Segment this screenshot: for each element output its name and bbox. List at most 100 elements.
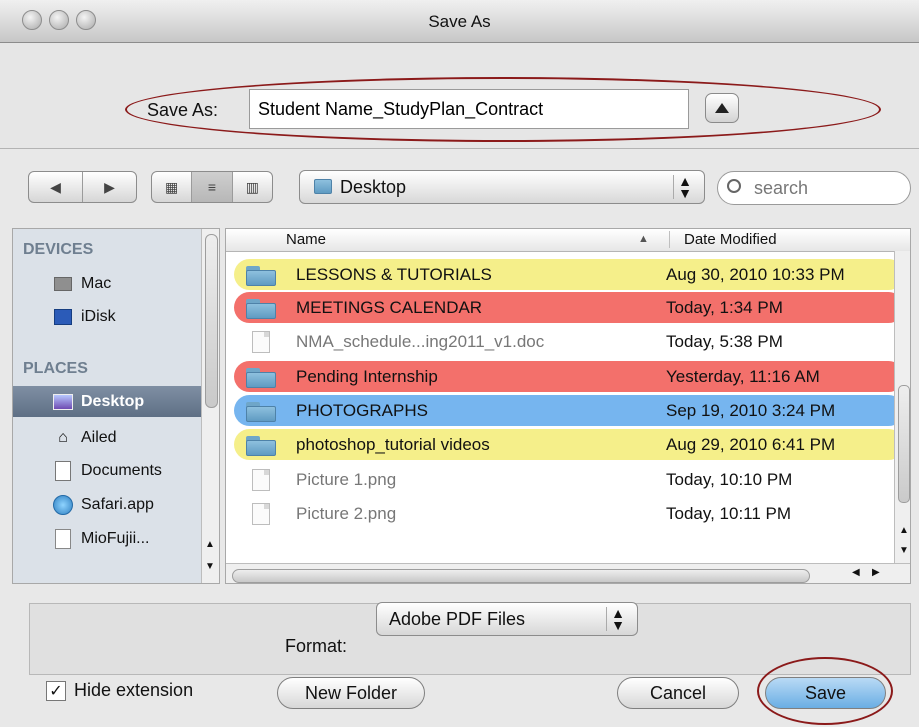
scroll-right-arrow[interactable]: ▶ (872, 567, 880, 578)
file-list-scroll-down-arrow[interactable]: ▼ (899, 545, 909, 556)
search-field[interactable]: search (717, 171, 911, 205)
column-header-name[interactable]: Name (286, 231, 326, 248)
sidebar-item-desktop[interactable]: Desktop (13, 386, 201, 417)
home-icon: ⌂ (58, 428, 68, 446)
file-name: MEETINGS CALENDAR (296, 297, 483, 317)
sidebar-item-label: iDisk (81, 307, 116, 325)
hide-extension-label: Hide extension (74, 680, 194, 700)
location-label: Desktop (340, 177, 407, 197)
list-view-button[interactable]: ≡ (192, 172, 233, 202)
file-name: photoshop_tutorial videos (296, 434, 490, 454)
safari-icon (53, 494, 73, 515)
sidebar: DEVICES Mac iDisk PLACES Desktop ⌂ Ailed… (12, 228, 220, 584)
file-row[interactable]: Pending Internship Yesterday, 11:16 AM (234, 361, 904, 392)
file-icon (53, 528, 73, 549)
scroll-left-arrow[interactable]: ◀ (852, 567, 860, 578)
list-view-icon: ≡ (207, 179, 217, 195)
sidebar-item-safari[interactable]: Safari.app (13, 489, 201, 520)
sidebar-places-header: PLACES (23, 360, 88, 377)
location-popup[interactable]: Desktop ▲ ▼ (299, 170, 705, 204)
sidebar-scrollbar[interactable]: ▲ ▼ (201, 229, 219, 583)
sidebar-scroll-thumb[interactable] (205, 234, 218, 408)
document-icon (252, 330, 270, 353)
file-date: Aug 29, 2010 6:41 PM (666, 434, 836, 454)
folder-icon (246, 400, 276, 422)
format-popup[interactable]: Adobe PDF Files ▲ ▼ (376, 602, 638, 636)
folder-icon (246, 366, 276, 388)
back-button[interactable]: ◀ (29, 172, 83, 202)
sidebar-item-idisk[interactable]: iDisk (13, 301, 201, 332)
sidebar-item-label: Safari.app (81, 495, 154, 513)
file-list-header: Name ▲ Date Modified (226, 229, 910, 252)
back-forward-control: ◀ ▶ (28, 171, 137, 203)
file-date: Today, 5:38 PM (666, 331, 783, 351)
file-row[interactable]: Picture 1.png Today, 10:10 PM (234, 464, 904, 495)
file-list-scroll-up-arrow[interactable]: ▲ (899, 525, 909, 536)
sidebar-item-label: MioFujii... (81, 529, 150, 547)
file-row[interactable]: NMA_schedule...ing2011_v1.doc Today, 5:3… (234, 326, 904, 357)
file-date: Today, 1:34 PM (666, 297, 783, 317)
forward-arrow-icon: ▶ (104, 178, 115, 195)
sidebar-scroll-down-arrow[interactable]: ▼ (205, 561, 215, 572)
horizontal-scroll-thumb[interactable] (232, 569, 810, 583)
hard-drive-icon (53, 274, 73, 294)
sidebar-item-mac[interactable]: Mac (13, 268, 201, 299)
format-value: Adobe PDF Files (389, 609, 526, 629)
file-list-horizontal-scrollbar[interactable]: ◀ ▶ (226, 563, 910, 583)
sidebar-item-ailed[interactable]: ⌂ Ailed (13, 422, 201, 453)
file-date: Yesterday, 11:16 AM (666, 366, 820, 386)
expand-dialog-button[interactable] (705, 93, 739, 123)
sidebar-scroll-up-arrow[interactable]: ▲ (205, 539, 215, 550)
cancel-button[interactable]: Cancel (617, 677, 739, 709)
sort-indicator-icon: ▲ (638, 233, 649, 245)
view-mode-control: ▦ ≡ ▥ (151, 171, 273, 203)
window-titlebar: Save As (0, 0, 919, 43)
column-header-date[interactable]: Date Modified (669, 231, 777, 248)
sidebar-item-label: Desktop (81, 392, 145, 410)
documents-icon (53, 460, 73, 481)
file-name: Picture 1.png (296, 469, 397, 489)
file-date: Aug 30, 2010 10:33 PM (666, 264, 845, 284)
format-label: Format: (285, 636, 348, 656)
save-as-label: Save As: (147, 100, 219, 120)
file-row[interactable]: PHOTOGRAPHS Sep 19, 2010 3:24 PM (234, 395, 904, 426)
folder-icon (246, 434, 276, 456)
sidebar-item-label: Ailed (81, 428, 117, 446)
column-view-button[interactable]: ▥ (233, 172, 272, 202)
file-name: Pending Internship (296, 366, 438, 386)
sidebar-devices-header: DEVICES (23, 241, 94, 258)
file-list-scroll-thumb[interactable] (898, 385, 910, 503)
column-view-icon: ▥ (245, 178, 259, 195)
image-file-icon (252, 468, 270, 491)
icon-view-icon: ▦ (165, 178, 179, 195)
file-list-vertical-scrollbar[interactable]: ▲ ▼ (894, 251, 910, 563)
file-row[interactable]: MEETINGS CALENDAR Today, 1:34 PM (234, 292, 904, 323)
forward-button[interactable]: ▶ (83, 172, 136, 202)
hide-extension-checkbox[interactable]: ✓ (46, 680, 66, 701)
file-row[interactable]: Picture 2.png Today, 10:11 PM (234, 498, 904, 529)
format-stepper-icon: ▲ ▼ (606, 606, 629, 632)
hide-extension-control[interactable]: ✓ Hide extension (46, 680, 193, 701)
back-arrow-icon: ◀ (50, 178, 61, 195)
search-icon (727, 179, 741, 193)
file-row[interactable]: LESSONS & TUTORIALS Aug 30, 2010 10:33 P… (234, 259, 904, 290)
file-date: Today, 10:11 PM (666, 503, 792, 523)
sidebar-item-miofujii[interactable]: MioFujii... (13, 523, 201, 554)
idisk-icon (53, 307, 73, 327)
sidebar-item-documents[interactable]: Documents (13, 455, 201, 486)
desktop-icon (53, 392, 73, 412)
file-row[interactable]: photoshop_tutorial videos Aug 29, 2010 6… (234, 429, 904, 460)
location-stepper-icon: ▲ ▼ (673, 174, 696, 200)
file-name: Picture 2.png (296, 503, 397, 523)
file-name: NMA_schedule...ing2011_v1.doc (296, 331, 545, 351)
save-as-input[interactable] (249, 89, 689, 129)
new-folder-button[interactable]: New Folder (277, 677, 425, 709)
folder-icon (246, 297, 276, 319)
up-triangle-icon (715, 103, 729, 113)
file-name: LESSONS & TUTORIALS (296, 264, 492, 284)
icon-view-button[interactable]: ▦ (152, 172, 193, 202)
file-date: Today, 10:10 PM (666, 469, 793, 489)
desktop-folder-icon (314, 179, 332, 194)
save-button[interactable]: Save (765, 677, 886, 709)
window-title: Save As (428, 12, 491, 31)
